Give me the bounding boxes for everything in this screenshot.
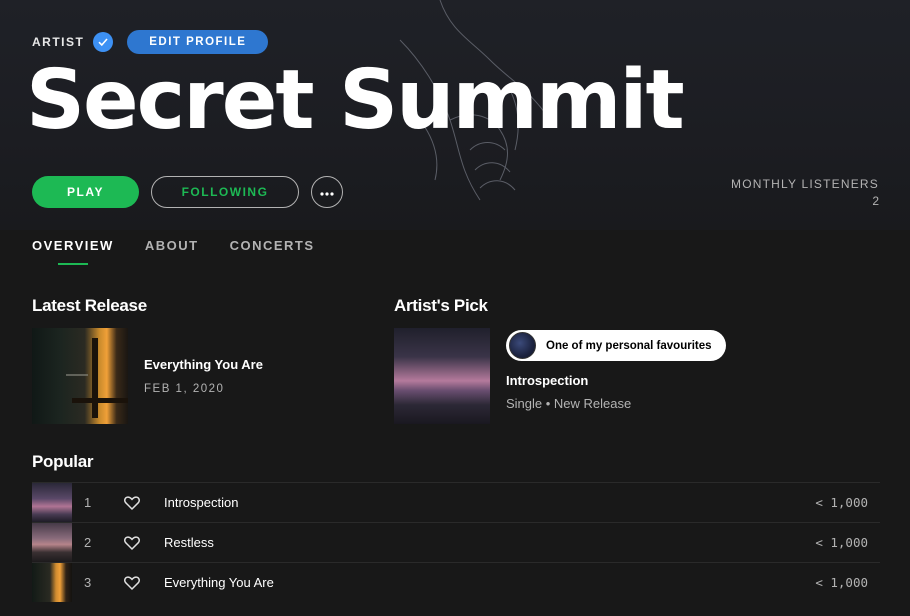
artist-tabs: OVERVIEW ABOUT CONCERTS <box>32 238 346 265</box>
latest-release-name[interactable]: Everything You Are <box>144 357 263 372</box>
tab-overview[interactable]: OVERVIEW <box>32 238 114 265</box>
artist-header: ARTIST EDIT PROFILE Secret Summit PLAY F… <box>0 0 910 230</box>
artist-topline: ARTIST EDIT PROFILE <box>32 30 269 54</box>
following-button[interactable]: FOLLOWING <box>151 176 299 208</box>
track-row[interactable]: 3 Everything You Are < 1,000 <box>32 562 880 602</box>
artist-type-label: ARTIST <box>32 35 85 49</box>
latest-release-date: FEB 1, 2020 <box>144 383 225 395</box>
heart-outline-icon[interactable] <box>123 574 141 592</box>
track-play-count: < 1,000 <box>815 535 868 550</box>
track-thumbnail <box>32 563 72 602</box>
track-number: 1 <box>84 495 92 510</box>
track-title[interactable]: Introspection <box>164 495 238 510</box>
artists-pick-quote-text: One of my personal favourites <box>546 339 712 352</box>
artists-pick-title[interactable]: Introspection <box>506 373 588 388</box>
track-title[interactable]: Everything You Are <box>164 575 274 590</box>
track-play-count: < 1,000 <box>815 575 868 590</box>
monthly-listeners: MONTHLY LISTENERS 2 <box>731 177 879 208</box>
heart-outline-icon[interactable] <box>123 534 141 552</box>
track-row[interactable]: 2 Restless < 1,000 <box>32 522 880 562</box>
track-thumbnail <box>32 523 72 562</box>
track-number: 3 <box>84 575 92 590</box>
tab-concerts[interactable]: CONCERTS <box>230 238 315 265</box>
track-title[interactable]: Restless <box>164 535 214 550</box>
track-play-count: < 1,000 <box>815 495 868 510</box>
play-button[interactable]: PLAY <box>32 176 139 208</box>
edit-profile-button[interactable]: EDIT PROFILE <box>127 30 269 54</box>
artist-name-title: Secret Summit <box>26 53 685 148</box>
track-thumbnail <box>32 483 72 522</box>
track-number: 2 <box>84 535 92 550</box>
track-row[interactable]: 1 Introspection < 1,000 <box>32 482 880 522</box>
more-options-button[interactable] <box>311 176 343 208</box>
artist-avatar <box>509 332 536 359</box>
popular-heading: Popular <box>32 452 94 471</box>
verified-check-icon <box>93 32 114 52</box>
tab-about[interactable]: ABOUT <box>145 238 199 265</box>
heart-outline-icon[interactable] <box>123 494 141 512</box>
artist-actions: PLAY FOLLOWING <box>32 176 343 208</box>
monthly-listeners-count: 2 <box>872 194 879 208</box>
more-dots-icon <box>320 184 334 200</box>
latest-release-cover[interactable] <box>32 328 128 424</box>
monthly-listeners-label: MONTHLY LISTENERS <box>731 177 879 191</box>
artists-pick-subtitle: Single • New Release <box>506 396 632 411</box>
popular-tracks-list: 1 Introspection < 1,000 2 Restless < 1,0… <box>32 482 880 602</box>
artists-pick-cover[interactable] <box>394 328 490 424</box>
artists-pick-heading: Artist's Pick <box>394 296 488 315</box>
artists-pick-quote: One of my personal favourites <box>506 330 726 361</box>
latest-release-heading: Latest Release <box>32 296 147 315</box>
